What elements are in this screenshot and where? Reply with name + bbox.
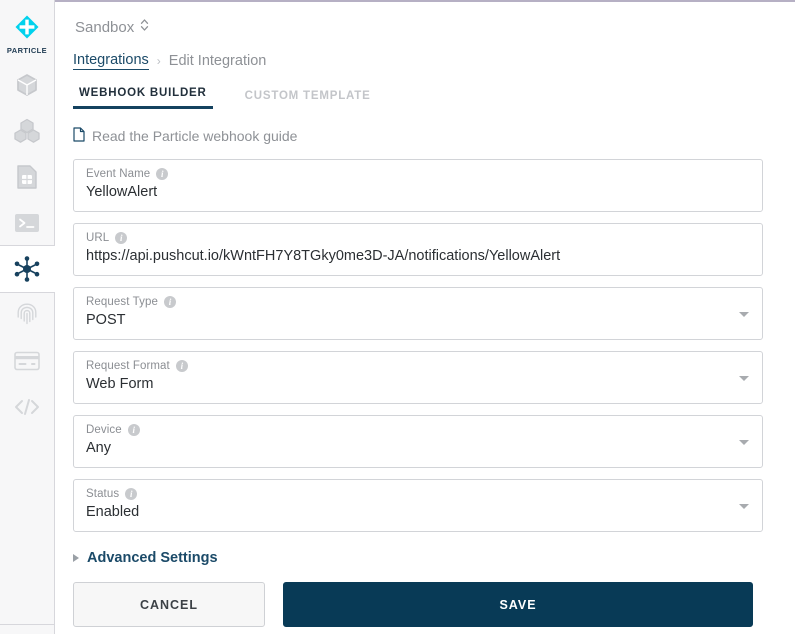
- info-icon[interactable]: i: [175, 360, 188, 372]
- field-request-format[interactable]: Request Format i Web Form: [73, 351, 763, 404]
- field-label-row: Device i: [86, 424, 750, 436]
- field-status[interactable]: Status i Enabled: [73, 479, 763, 532]
- field-label-event-name: Event Name: [86, 168, 151, 180]
- info-icon[interactable]: i: [127, 424, 140, 436]
- breadcrumb-separator-icon: ›: [156, 54, 161, 68]
- breadcrumb-link-integrations[interactable]: Integrations: [73, 52, 149, 70]
- particle-logo[interactable]: PARTICLE: [0, 0, 54, 62]
- info-icon[interactable]: i: [125, 488, 138, 500]
- advanced-settings-toggle[interactable]: Advanced Settings: [73, 550, 218, 566]
- cubes-group-icon: [14, 118, 40, 144]
- field-label-row: Status i: [86, 488, 750, 500]
- webhook-guide-label: Read the Particle webhook guide: [92, 128, 298, 144]
- chevron-down-icon[interactable]: [739, 503, 749, 509]
- field-request-type[interactable]: Request Type i POST: [73, 287, 763, 340]
- document-page-icon: [73, 127, 85, 145]
- chevron-down-icon[interactable]: [739, 311, 749, 317]
- tab-custom-template[interactable]: CUSTOM TEMPLATE: [239, 89, 377, 109]
- status-value: Enabled: [86, 504, 140, 520]
- sidebar-item-console[interactable]: [0, 200, 55, 246]
- main-content: Sandbox Integrations › Edit Integration …: [55, 0, 795, 634]
- chevron-down-icon[interactable]: [739, 439, 749, 445]
- sidebar-item-billing[interactable]: [0, 338, 55, 384]
- particle-diamond-logo-icon: [14, 14, 40, 45]
- field-label-url: URL: [86, 232, 110, 244]
- sidebar-item-developer-tools[interactable]: [0, 384, 55, 430]
- field-device[interactable]: Device i Any: [73, 415, 763, 468]
- field-label-row: Request Type i: [86, 296, 750, 308]
- field-url[interactable]: URL i: [73, 223, 763, 276]
- webhook-guide-link[interactable]: Read the Particle webhook guide: [73, 127, 297, 145]
- cancel-button[interactable]: CANCEL: [73, 582, 265, 627]
- device-value: Any: [86, 440, 111, 456]
- field-label-status: Status: [86, 488, 120, 500]
- request-format-value: Web Form: [86, 376, 154, 392]
- cube-icon: [16, 73, 38, 97]
- sidebar-inner: PARTICLE: [0, 0, 56, 625]
- particle-wordmark: PARTICLE: [6, 45, 48, 55]
- primary-sidebar: PARTICLE: [0, 0, 56, 634]
- chevron-down-icon[interactable]: [739, 375, 749, 381]
- advanced-settings-label: Advanced Settings: [87, 550, 218, 566]
- tab-bar: WEBHOOK BUILDER CUSTOM TEMPLATE: [73, 86, 763, 109]
- chevron-up-down-icon: [140, 18, 149, 36]
- sidebar-item-product-fleets[interactable]: [0, 108, 55, 154]
- sim-card-icon: [17, 165, 37, 189]
- save-button[interactable]: SAVE: [283, 582, 753, 627]
- tab-webhook-builder[interactable]: WEBHOOK BUILDER: [73, 86, 213, 109]
- field-label-row: Request Format i: [86, 360, 750, 372]
- field-label-request-format: Request Format: [86, 360, 170, 372]
- breadcrumb-current: Edit Integration: [168, 53, 267, 69]
- code-brackets-icon: [13, 397, 41, 417]
- content-wrapper: Sandbox Integrations › Edit Integration …: [55, 0, 795, 627]
- org-selector-label: Sandbox: [75, 18, 135, 36]
- breadcrumb: Integrations › Edit Integration: [73, 52, 763, 70]
- info-icon[interactable]: i: [156, 168, 169, 180]
- info-icon[interactable]: i: [163, 296, 176, 308]
- org-selector[interactable]: Sandbox: [73, 14, 151, 40]
- info-icon[interactable]: i: [115, 232, 128, 244]
- form-actions: CANCEL SAVE: [73, 582, 763, 627]
- field-label-row: URL i: [86, 232, 750, 244]
- sidebar-item-integrations[interactable]: [0, 245, 56, 293]
- sidebar-item-authentication[interactable]: [0, 292, 55, 338]
- request-type-value: POST: [86, 312, 126, 328]
- event-name-input[interactable]: [86, 183, 750, 202]
- webhook-builder-page: PARTICLE Sandbox Integrations › Edit Int…: [0, 0, 795, 634]
- console-terminal-icon: [14, 213, 40, 233]
- integrations-hub-icon: [12, 254, 42, 284]
- sidebar-item-devices[interactable]: [0, 62, 55, 108]
- triangle-right-icon: [73, 554, 79, 562]
- field-label-device: Device: [86, 424, 122, 436]
- field-event-name[interactable]: Event Name i: [73, 159, 763, 212]
- url-input[interactable]: [86, 247, 750, 266]
- fingerprint-icon: [16, 302, 38, 328]
- field-label-request-type: Request Type: [86, 296, 158, 308]
- sidebar-item-sim-cards[interactable]: [0, 154, 55, 200]
- credit-card-icon: [14, 351, 40, 371]
- field-label-row: Event Name i: [86, 168, 750, 180]
